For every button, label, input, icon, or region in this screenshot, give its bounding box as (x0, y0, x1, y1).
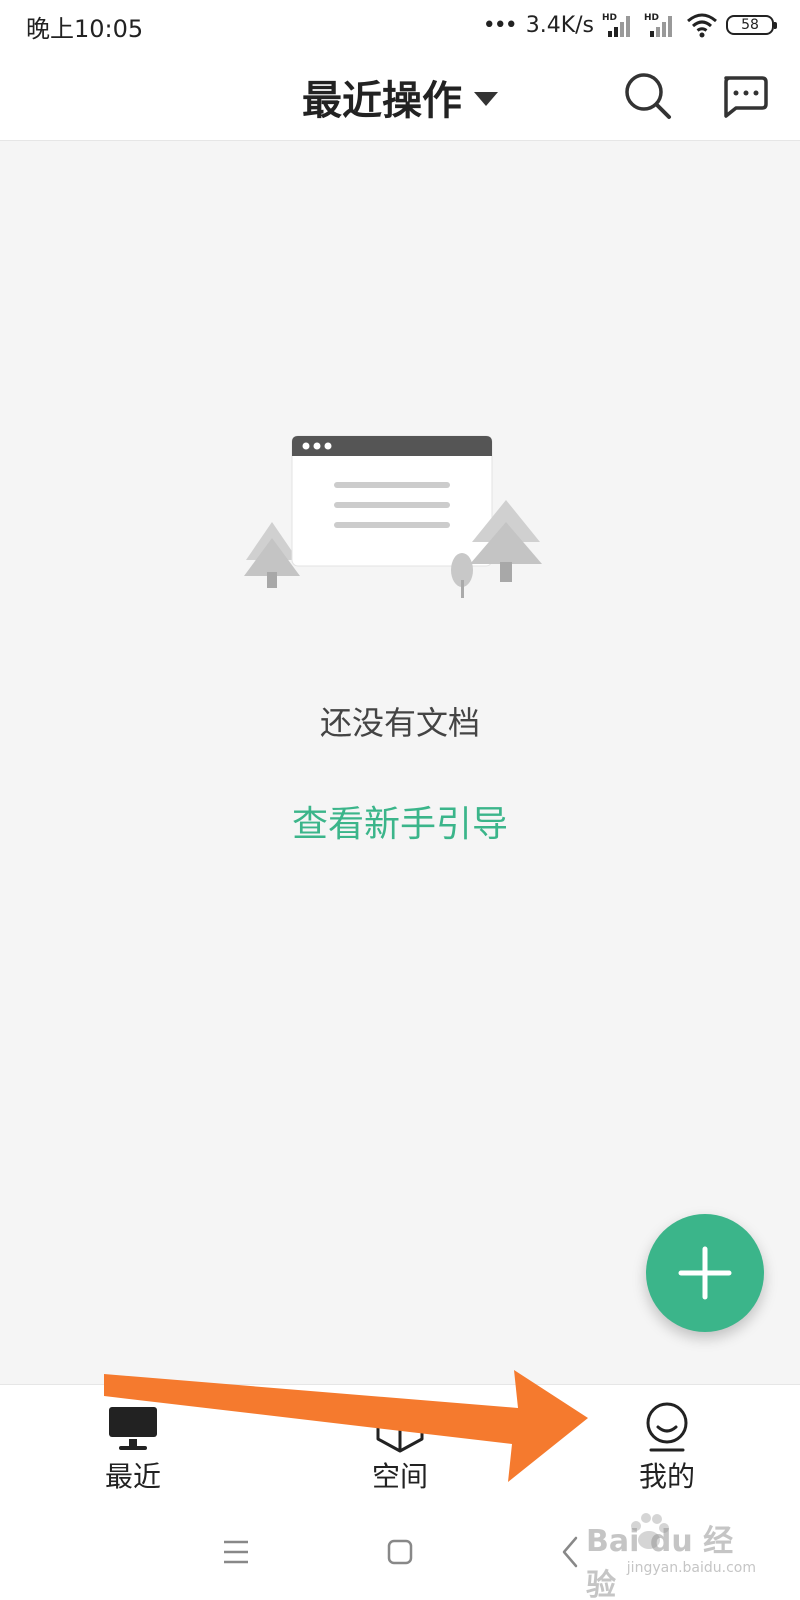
tab-label-space: 空间 (371, 1460, 428, 1493)
bottom-tab-bar: 最近 空间 我的 (0, 1384, 800, 1503)
caret-down-icon (474, 92, 498, 106)
add-button[interactable] (646, 1214, 764, 1332)
title-dropdown[interactable]: 最近操作 (0, 68, 800, 126)
tab-label-mine: 我的 (638, 1460, 695, 1493)
tab-recent[interactable]: 最近 (33, 1385, 233, 1503)
wifi-icon (687, 13, 717, 38)
battery-icon: 58 (726, 15, 777, 35)
home-icon[interactable] (370, 1522, 430, 1582)
empty-message: 还没有文档 (319, 704, 480, 742)
tab-mine[interactable]: 我的 (567, 1385, 767, 1503)
network-speed: 3.4K/s (525, 12, 594, 38)
status-indicators: ••• 3.4K/s HD HD 58 (482, 8, 777, 42)
app-bar: 最近操作 (0, 50, 800, 141)
menu-icon[interactable] (206, 1522, 266, 1582)
view-guide-link[interactable]: 查看新手引导 (0, 795, 800, 847)
signal-hd-label-2: HD (644, 13, 659, 23)
search-icon[interactable] (620, 68, 676, 124)
cube-icon (376, 1403, 424, 1453)
message-icon[interactable] (716, 68, 772, 124)
profile-icon (646, 1402, 688, 1452)
monitor-icon (109, 1407, 157, 1450)
empty-document-illustration (244, 435, 542, 598)
signal-icon-2: HD (644, 13, 672, 37)
watermark-text: Bai du 经验 (586, 1524, 734, 1600)
screen: 晚上10:05 ••• 3.4K/s HD HD 58 最近操作 还没有文档 查… (0, 0, 800, 1600)
more-dots-icon: ••• (482, 12, 518, 38)
watermark: Bai du 经验 jingyan.baidu.com (586, 1508, 756, 1600)
watermark-url: jingyan.baidu.com (626, 1560, 756, 1576)
plus-icon (678, 1246, 732, 1300)
tab-label-recent: 最近 (104, 1460, 161, 1493)
status-bar: 晚上10:05 ••• 3.4K/s HD HD 58 (0, 0, 800, 50)
signal-hd-label: HD (602, 13, 617, 23)
tab-space[interactable]: 空间 (300, 1385, 500, 1503)
status-time: 晚上10:05 (26, 15, 144, 43)
battery-level: 58 (741, 17, 759, 33)
page-title: 最近操作 (302, 78, 462, 124)
signal-icon: HD (602, 13, 630, 37)
